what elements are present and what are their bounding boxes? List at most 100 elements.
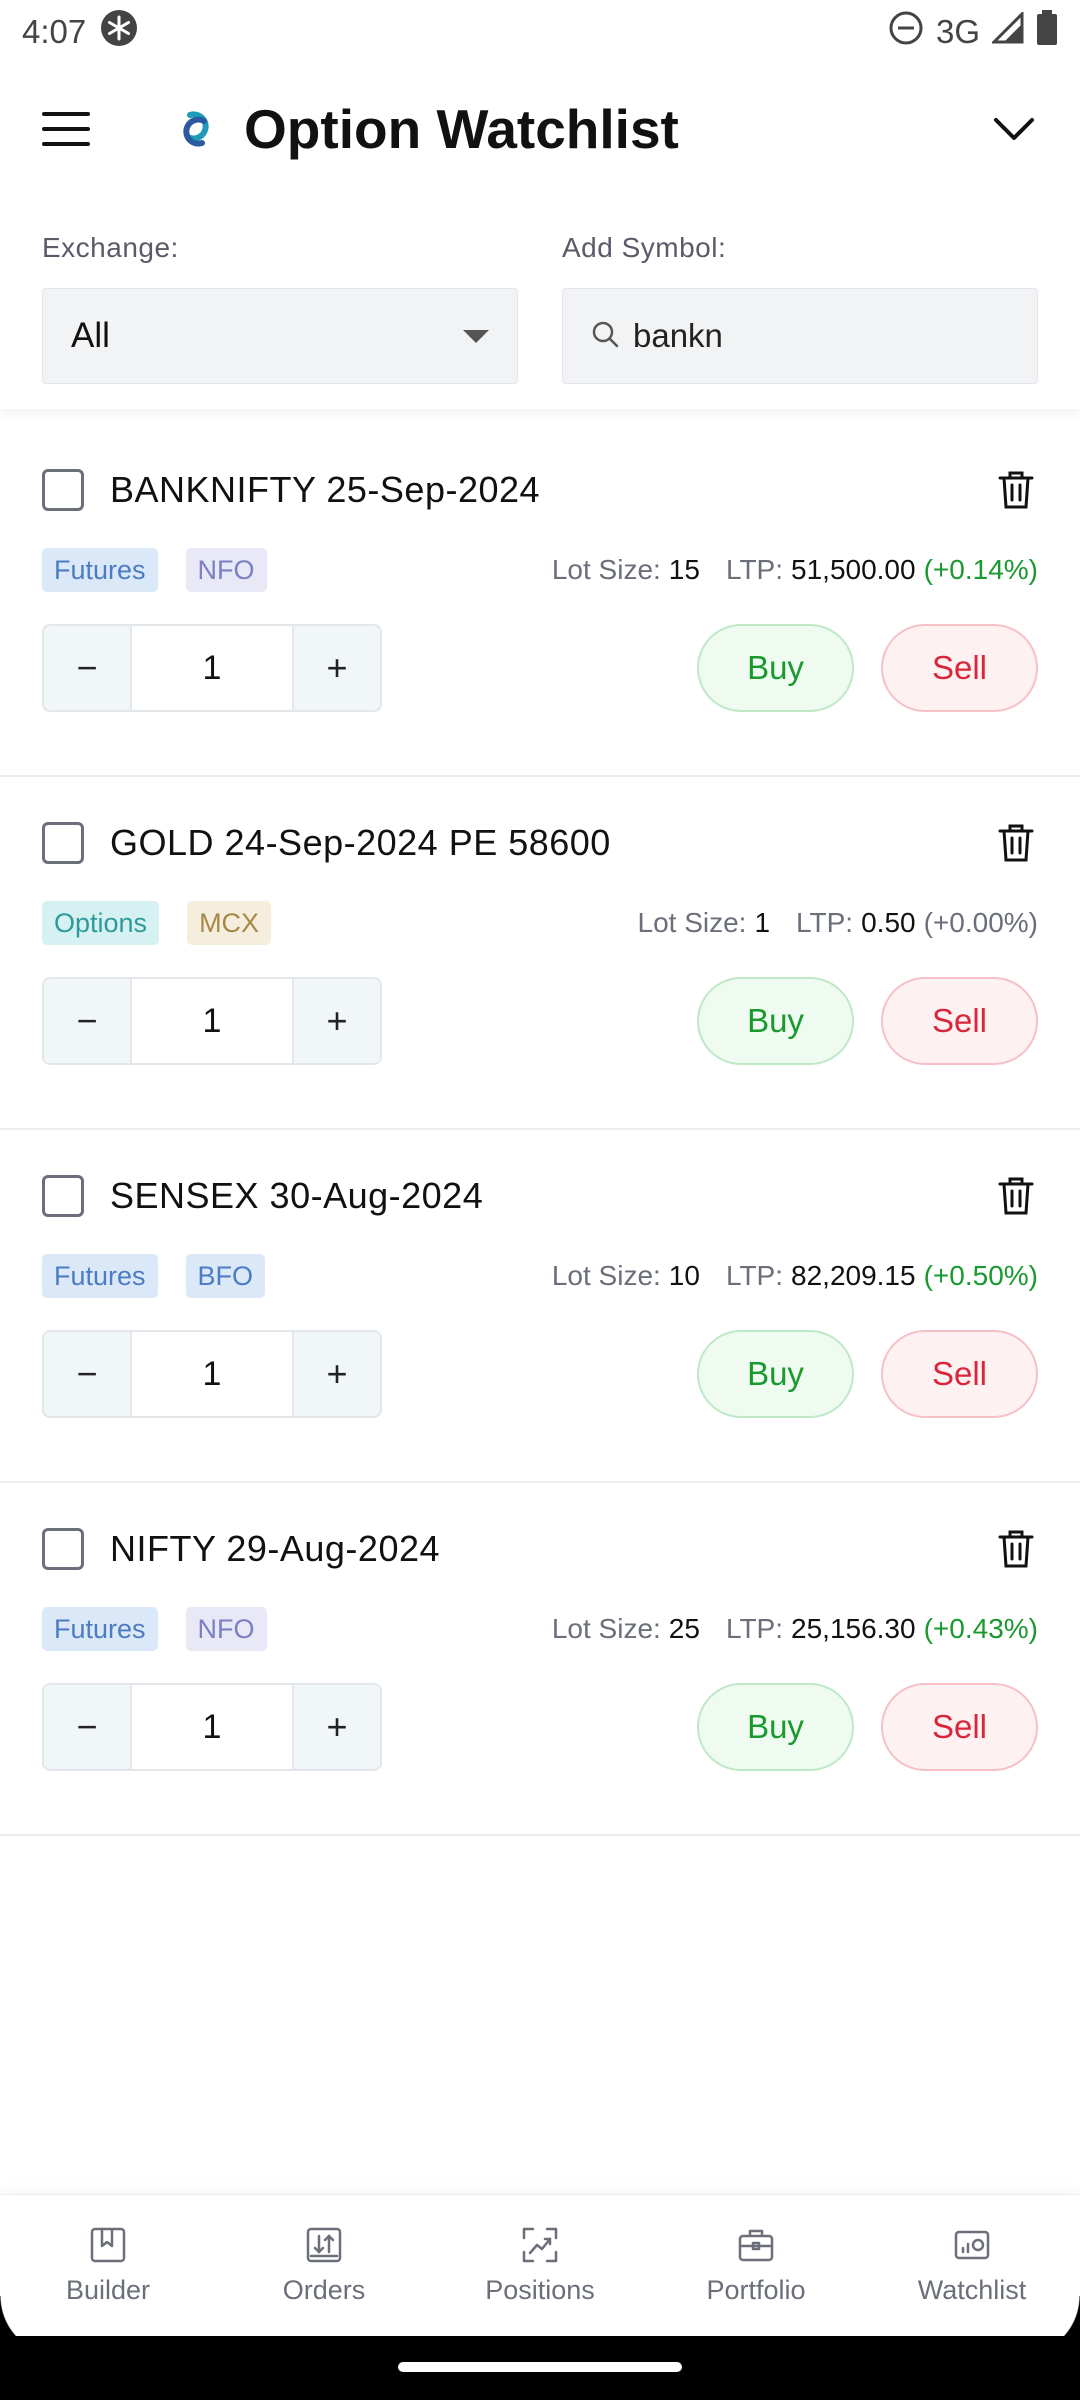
sell-button[interactable]: Sell [881, 624, 1038, 712]
exchange-select-value: All [71, 316, 110, 355]
trash-icon[interactable] [992, 1525, 1040, 1573]
briefcase-icon [736, 2225, 776, 2265]
quantity-stepper: − 1 + [42, 1330, 382, 1418]
instrument-name: NIFTY 29-Aug-2024 [110, 1528, 441, 1569]
quantity-value[interactable]: 1 [130, 626, 294, 710]
status-time: 4:07 [22, 13, 87, 50]
exchange-badge: NFO [185, 1607, 267, 1651]
ltp-label: LTP: [725, 554, 784, 585]
lot-size-value: 25 [668, 1613, 700, 1644]
increment-button[interactable]: + [294, 1685, 380, 1769]
signal-icon [990, 10, 1024, 52]
ltp-value: 51,500.00 [791, 554, 916, 585]
decrement-button[interactable]: − [44, 1685, 130, 1769]
instrument-meta: Lot Size: 25 LTP: 25,156.30 (+0.43%) [552, 1607, 1038, 1651]
decrement-button[interactable]: − [44, 1332, 130, 1416]
instrument-name: SENSEX 30-Aug-2024 [110, 1175, 484, 1216]
instrument-name: BANKNIFTY 25-Sep-2024 [110, 469, 541, 510]
select-checkbox[interactable] [42, 469, 84, 511]
trash-icon[interactable] [992, 819, 1040, 867]
quantity-value[interactable]: 1 [130, 979, 294, 1063]
exchange-select[interactable]: All [42, 288, 518, 384]
ltp-change: (+0.43%) [923, 1613, 1038, 1644]
exchange-label: Exchange: [42, 232, 179, 263]
instrument-type-badge: Futures [42, 1254, 158, 1298]
lot-size-label: Lot Size: [551, 554, 661, 585]
ltp-change: (+0.50%) [923, 1260, 1038, 1291]
ltp-label: LTP: [725, 1613, 784, 1644]
buy-button[interactable]: Buy [697, 1330, 854, 1418]
nav-item-positions[interactable]: Positions [432, 2195, 648, 2336]
sell-button[interactable]: Sell [881, 1683, 1038, 1771]
ltp-label: LTP: [796, 907, 854, 938]
bottom-navigation: Builder Orders Positions Portfolio Watch… [0, 2194, 1080, 2336]
ltp-change: (+0.14%) [923, 554, 1038, 585]
home-gesture-bar[interactable] [398, 2362, 682, 2372]
increment-button[interactable]: + [294, 626, 380, 710]
instrument-type-badge: Futures [42, 1607, 158, 1651]
instrument-type-badge: Options [42, 901, 160, 945]
do-not-disturb-icon [888, 10, 924, 54]
add-symbol-field[interactable] [562, 288, 1038, 384]
buy-button[interactable]: Buy [697, 624, 854, 712]
increment-button[interactable]: + [294, 979, 380, 1063]
ltp-value: 82,209.15 [791, 1260, 916, 1291]
watchlist-icon [952, 2225, 992, 2265]
nav-item-orders[interactable]: Orders [216, 2195, 432, 2336]
trend-chart-icon [520, 2225, 560, 2265]
quantity-value[interactable]: 1 [130, 1685, 294, 1769]
buy-button[interactable]: Buy [697, 1683, 854, 1771]
watchlist-card: BANKNIFTY 25-Sep-2024 Futures NFO Lot Si… [0, 424, 1080, 777]
watchlist-card: GOLD 24-Sep-2024 PE 58600 Options MCX Lo… [0, 777, 1080, 1130]
buy-button[interactable]: Buy [697, 977, 854, 1065]
ltp-value: 0.50 [861, 907, 916, 938]
sell-button[interactable]: Sell [881, 977, 1038, 1065]
add-symbol-label: Add Symbol: [562, 232, 727, 263]
app-notification-icon [100, 9, 138, 55]
quantity-value[interactable]: 1 [130, 1332, 294, 1416]
watchlist-card: SENSEX 30-Aug-2024 Futures BFO Lot Size:… [0, 1130, 1080, 1483]
nav-label: Portfolio [706, 2275, 806, 2305]
menu-icon[interactable] [40, 103, 92, 155]
lot-size-label: Lot Size: [637, 907, 747, 938]
ltp-label: LTP: [725, 1260, 784, 1291]
decrement-button[interactable]: − [44, 979, 130, 1063]
ltp-change: (+0.00%) [923, 907, 1038, 938]
trash-icon[interactable] [992, 1172, 1040, 1220]
ltp-value: 25,156.30 [791, 1613, 916, 1644]
status-bar: 4:07 3G [0, 0, 1080, 64]
app-header: Option Watchlist [0, 64, 1080, 194]
instrument-name: GOLD 24-Sep-2024 PE 58600 [110, 822, 611, 863]
select-checkbox[interactable] [42, 822, 84, 864]
nav-label: Watchlist [917, 2275, 1027, 2305]
chevron-down-icon[interactable] [988, 103, 1040, 155]
search-icon [591, 320, 619, 353]
nav-item-portfolio[interactable]: Portfolio [648, 2195, 864, 2336]
filters-panel: Exchange: Add Symbol: All [0, 194, 1080, 409]
select-checkbox[interactable] [42, 1528, 84, 1570]
trash-icon[interactable] [992, 466, 1040, 514]
instrument-meta: Lot Size: 10 LTP: 82,209.15 (+0.50%) [552, 1254, 1038, 1298]
exchange-badge: NFO [185, 548, 267, 592]
quantity-stepper: − 1 + [42, 977, 382, 1065]
add-symbol-input[interactable] [633, 317, 1013, 355]
exchange-badge: MCX [187, 901, 272, 945]
nav-label: Builder [65, 2275, 151, 2305]
sell-button[interactable]: Sell [881, 1330, 1038, 1418]
instrument-type-badge: Futures [42, 548, 158, 592]
page-title: Option Watchlist [244, 98, 679, 160]
exchange-badge: BFO [185, 1254, 266, 1298]
orders-book-icon [304, 2225, 344, 2265]
decrement-button[interactable]: − [44, 626, 130, 710]
lot-size-label: Lot Size: [551, 1613, 661, 1644]
lot-size-value: 15 [668, 554, 700, 585]
app-logo-icon [168, 101, 224, 157]
instrument-meta: Lot Size: 15 LTP: 51,500.00 (+0.14%) [552, 548, 1038, 592]
select-checkbox[interactable] [42, 1175, 84, 1217]
dropdown-arrow-icon [463, 329, 489, 343]
nav-label: Orders [282, 2275, 366, 2305]
bookmark-book-icon [88, 2225, 128, 2265]
increment-button[interactable]: + [294, 1332, 380, 1416]
battery-icon [1036, 10, 1058, 54]
lot-size-value: 10 [668, 1260, 700, 1291]
